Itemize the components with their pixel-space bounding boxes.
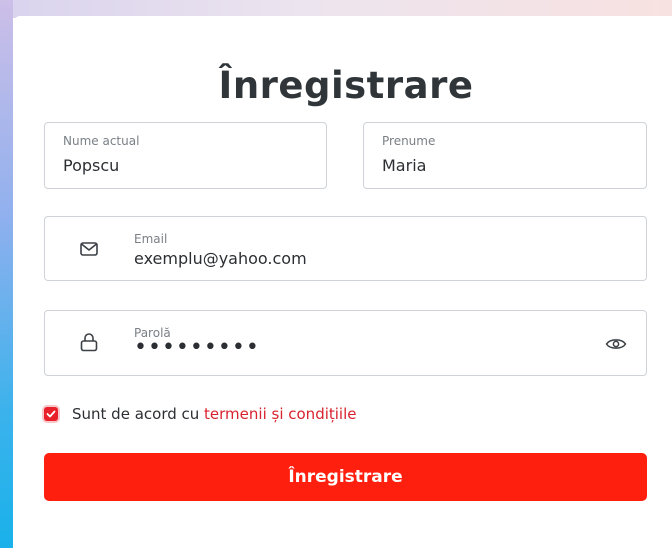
password-field[interactable]: Parolă ••••••••• [44,310,647,376]
terms-prefix: Sunt de acord cu [72,405,205,423]
eye-icon[interactable] [605,336,627,352]
page-title: Înregistrare [218,64,474,107]
email-value[interactable]: exemplu@yahoo.com [134,249,307,269]
password-value[interactable]: ••••••••• [134,337,260,359]
terms-text: Sunt de acord cu termenii și condițiile [72,404,357,424]
first-name-field[interactable]: Prenume Maria [363,122,647,189]
register-button[interactable]: Înregistrare [44,453,647,501]
check-icon [46,410,56,418]
email-field[interactable]: Email exemplu@yahoo.com [44,216,647,281]
terms-row: Sunt de acord cu termenii și condițiile [44,402,357,426]
email-label: Email [134,232,168,246]
lock-icon [80,333,98,352]
last-name-value[interactable]: Popscu [63,156,119,176]
registration-page: Înregistrare Nume actual Popscu Prenume … [0,0,672,548]
first-name-value[interactable]: Maria [382,156,426,176]
terms-checkbox[interactable] [44,407,58,421]
mail-icon [80,242,98,256]
first-name-label: Prenume [382,134,436,148]
last-name-label: Nume actual [63,134,140,148]
last-name-field[interactable]: Nume actual Popscu [44,122,327,189]
terms-link[interactable]: termenii și condițiile [204,405,356,423]
